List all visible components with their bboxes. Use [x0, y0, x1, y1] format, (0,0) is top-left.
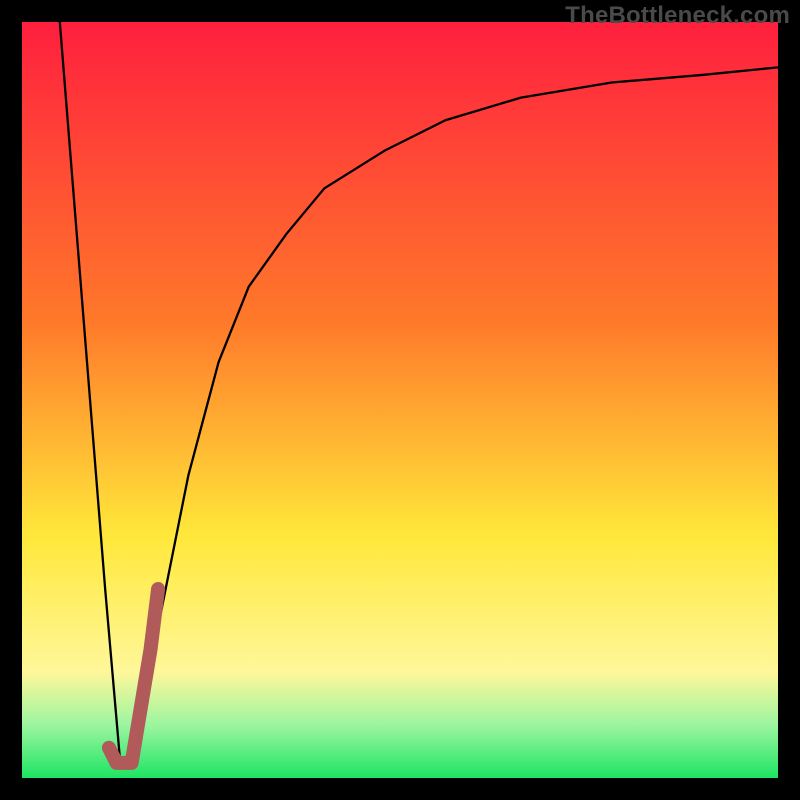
- gradient-background: [22, 22, 778, 778]
- chart-container: TheBottleneck.com: [0, 0, 800, 800]
- plot-area: [22, 22, 778, 778]
- watermark-text: TheBottleneck.com: [565, 2, 790, 30]
